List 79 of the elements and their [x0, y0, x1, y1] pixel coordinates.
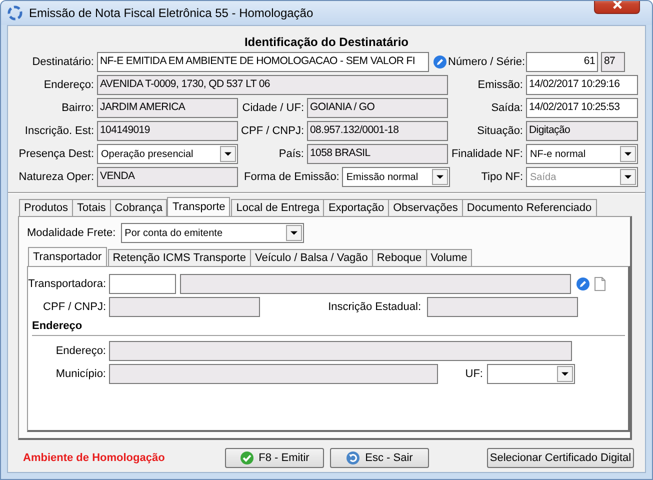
section-title: Identificação do Destinatário: [243, 35, 410, 49]
field-label: UF:: [464, 368, 484, 380]
window-title: Emissão de Nota Fiscal Eletrônica 55 - Homologação: [29, 6, 314, 20]
tab[interactable]: Reboque: [372, 249, 427, 266]
field-label: Cidade / UF:: [241, 102, 305, 114]
text-field[interactable]: 14/02/2017 10:29:16: [526, 75, 638, 95]
exit-button[interactable]: Esc - Sair: [330, 448, 429, 468]
check-icon: [240, 451, 254, 465]
text-field[interactable]: 14/02/2017 10:25:53: [526, 98, 638, 118]
field-label: CPF / CNPJ:: [42, 301, 107, 313]
tab[interactable]: Transporte: [167, 197, 230, 216]
emit-button[interactable]: F8 - Emitir: [225, 448, 324, 468]
field-label: Natureza Oper:: [18, 171, 95, 183]
text-field[interactable]: [109, 341, 572, 361]
caret-icon: [286, 225, 302, 241]
text-field[interactable]: [109, 364, 438, 384]
text-field[interactable]: GOIANIA / GO: [307, 98, 448, 118]
document-icon[interactable]: [594, 277, 606, 291]
field-label: Município:: [54, 368, 107, 380]
dropdown[interactable]: [487, 364, 575, 384]
dropdown[interactable]: Por conta do emitente: [120, 223, 304, 243]
field-label: Endereço:: [54, 345, 107, 357]
text-field[interactable]: Digitação: [526, 121, 638, 141]
caret-icon: [432, 169, 448, 185]
environment-notice: Ambiente de Homologação: [23, 452, 166, 464]
tab[interactable]: Volume: [426, 249, 472, 266]
field-label: Saída:: [490, 102, 524, 114]
field-label: Forma de Emissão:: [244, 171, 340, 183]
number-field[interactable]: 61: [526, 52, 598, 72]
tab[interactable]: Veículo / Balsa / Vagão: [250, 249, 373, 266]
dropdown[interactable]: NF-e normal: [526, 144, 638, 164]
field-label: Inscrição. Est:: [24, 125, 95, 137]
tab[interactable]: Transportador: [28, 247, 107, 266]
edit-icon[interactable]: [576, 277, 590, 291]
text-field[interactable]: 104149019: [97, 121, 238, 141]
field-label: Modalidade Frete:: [27, 227, 116, 239]
field-label: Inscrição Estadual:: [327, 301, 422, 313]
section-heading: Endereço: [32, 320, 84, 332]
close-icon: [612, 1, 622, 10]
dropdown[interactable]: Emissão normal: [342, 167, 450, 187]
tab[interactable]: Documento Referenciado: [462, 199, 597, 216]
field-label: Emissão:: [476, 79, 524, 91]
field-label: CPF / CNPJ:: [240, 125, 305, 137]
text-field[interactable]: 08.957.132/0001-18: [307, 121, 448, 141]
tab[interactable]: Observações: [388, 199, 463, 216]
text-field[interactable]: [109, 297, 260, 317]
tab[interactable]: Local de Entrega: [231, 199, 324, 216]
field-label: Endereço:: [42, 79, 95, 91]
dropdown[interactable]: Operação presencial: [97, 144, 238, 164]
field-label: Presença Dest:: [18, 148, 95, 160]
tab[interactable]: Exportação: [323, 199, 390, 216]
field-label: Número / Série:: [448, 56, 526, 68]
text-field[interactable]: 1058 BRASIL: [307, 144, 448, 164]
field-label: Bairro:: [60, 102, 95, 114]
text-field[interactable]: VENDA: [97, 167, 238, 187]
text-field[interactable]: NF-E EMITIDA EM AMBIENTE DE HOMOLOGACAO - SEM VALOR FI: [97, 52, 429, 72]
field-label: Tipo NF:: [480, 171, 524, 183]
text-field[interactable]: AVENIDA T-0009, 1730, QD 537 LT 06: [97, 75, 448, 95]
text-field[interactable]: JARDIM AMERICA: [97, 98, 238, 118]
certificate-button[interactable]: Selecionar Certificado Digital: [487, 448, 634, 468]
field-label: Finalidade NF:: [450, 148, 524, 160]
tab[interactable]: Produtos: [19, 199, 74, 216]
app-icon: [7, 5, 23, 21]
name-field[interactable]: [180, 274, 571, 294]
series-field[interactable]: 87: [601, 52, 625, 72]
field-label: País:: [278, 148, 305, 160]
field-label: Situação:: [476, 125, 524, 137]
caret-icon: [620, 146, 636, 162]
edit-icon[interactable]: [433, 55, 447, 69]
tab[interactable]: Cobrança: [110, 199, 168, 216]
back-icon: [346, 451, 360, 465]
tab[interactable]: Retenção ICMS Transporte: [108, 249, 251, 266]
caret-icon: [620, 169, 636, 185]
caret-icon: [557, 366, 573, 382]
code-field[interactable]: [109, 274, 176, 294]
field-label: Destinatário:: [31, 56, 95, 68]
field-label: Transportadora:: [28, 278, 107, 290]
text-field[interactable]: [427, 297, 578, 317]
caret-icon: [220, 146, 236, 162]
